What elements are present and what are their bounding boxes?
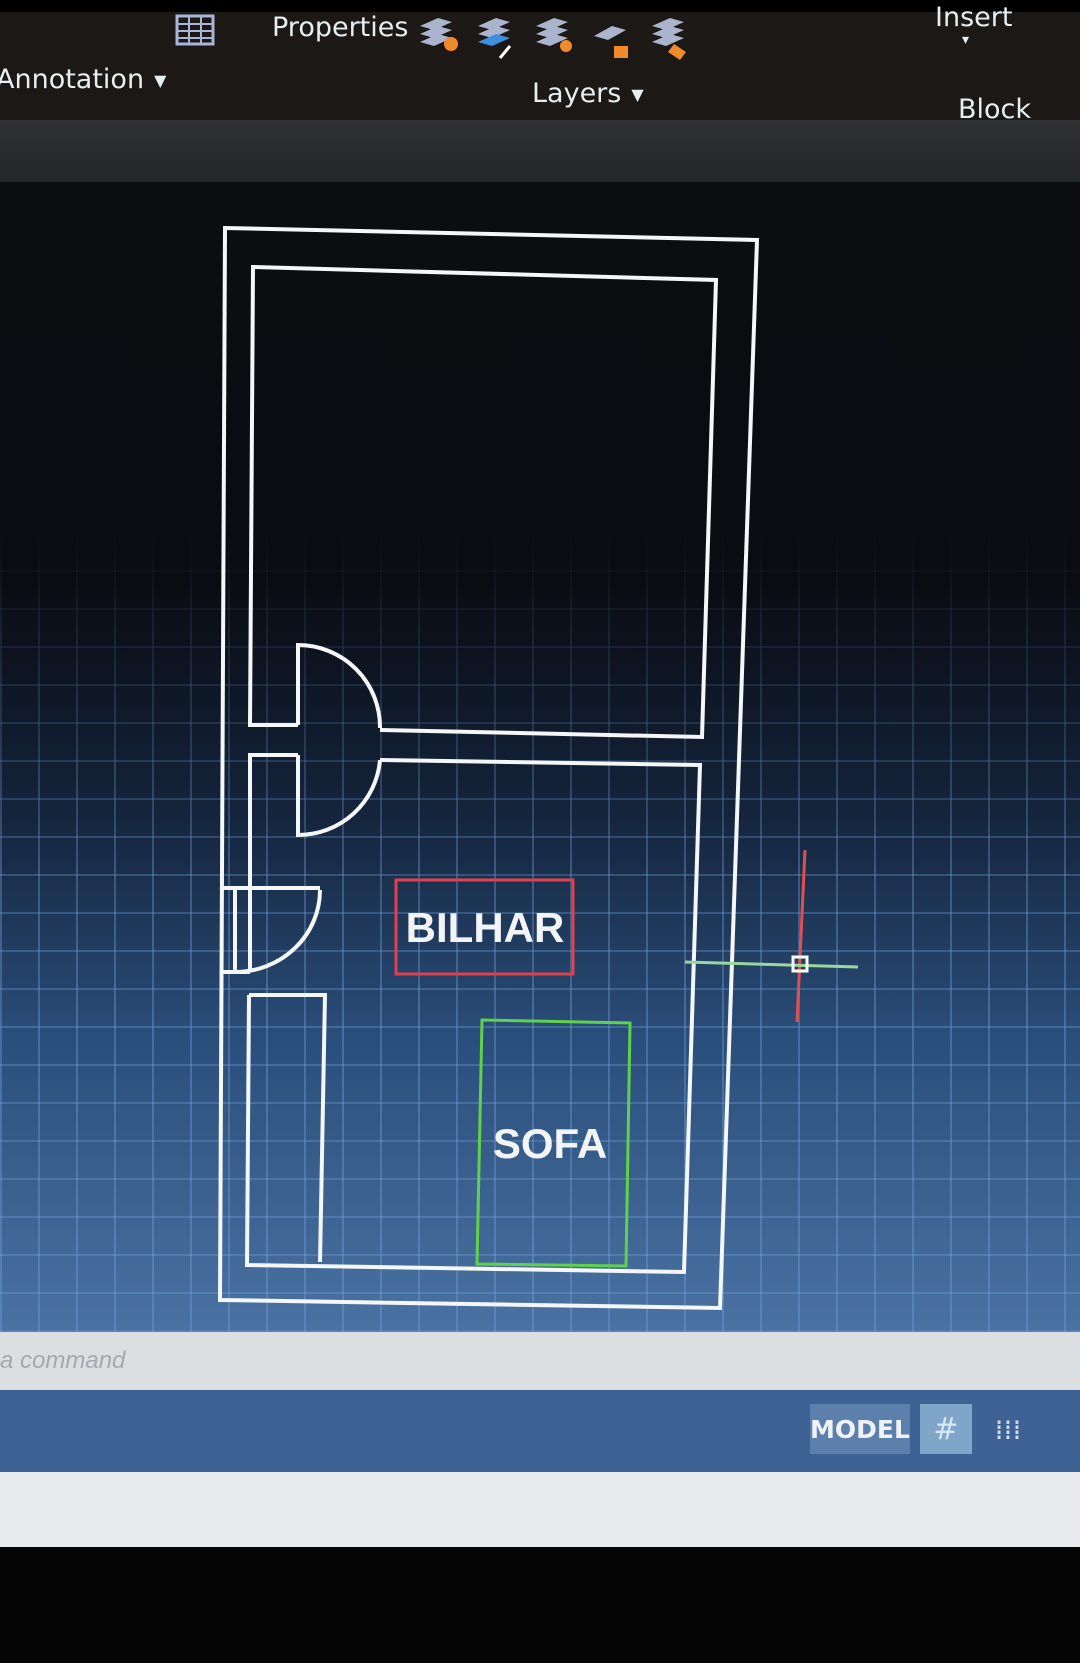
door-3 — [233, 889, 322, 975]
drawing-canvas[interactable]: BILHAR SOFA — [0, 182, 1080, 1332]
snap-icon[interactable]: ⁞⁞⁞ — [978, 1404, 1038, 1454]
layer-isolate-icon[interactable] — [536, 18, 572, 52]
ribbon: Properties Annotation ▼ Layers ▼ Insert ▾ … — [0, 2, 1080, 125]
model-tab-button[interactable]: MODEL — [810, 1404, 910, 1454]
command-line — [0, 1332, 1080, 1390]
properties-button[interactable]: Properties — [272, 12, 408, 43]
screen-lower-area — [0, 1472, 1080, 1547]
grid-icon[interactable]: # — [920, 1404, 972, 1454]
file-tabs-band — [0, 120, 1080, 182]
layer-properties-icon[interactable] — [420, 18, 458, 51]
screen-bottom-bezel — [0, 1547, 1080, 1663]
annotation-label: Annotation — [0, 64, 145, 95]
insert-button[interactable]: Insert — [935, 2, 1012, 33]
chevron-down-icon: ▼ — [631, 85, 644, 104]
chevron-down-icon: ▾ — [962, 32, 970, 48]
chevron-down-icon: ▼ — [154, 71, 167, 90]
crosshair-cursor — [684, 849, 859, 1023]
door-2 — [296, 755, 382, 838]
command-input[interactable] — [0, 1342, 902, 1380]
layers-panel-dropdown[interactable]: Layers ▼ — [532, 78, 644, 109]
door-1 — [296, 642, 383, 729]
layer-lock-icon[interactable] — [594, 26, 628, 58]
layers-label: Layers — [532, 78, 622, 109]
floor-plan: BILHAR SOFA — [217, 225, 859, 1311]
annotation-panel-dropdown[interactable]: Annotation ▼ — [0, 64, 166, 95]
upper-room-wall — [247, 264, 719, 740]
layer-match-icon[interactable] — [478, 18, 512, 59]
outer-wall — [217, 225, 760, 1311]
status-bar: MODEL # ⁞⁞⁞ — [0, 1390, 1080, 1472]
sofa-label: SOFA — [493, 1120, 607, 1167]
layer-tools — [420, 18, 686, 60]
closet — [249, 993, 328, 1263]
bilhar-label: BILHAR — [406, 904, 565, 951]
table-icon[interactable] — [175, 14, 215, 48]
layer-freeze-icon[interactable] — [652, 18, 686, 60]
screen-top-bezel — [0, 0, 1080, 12]
